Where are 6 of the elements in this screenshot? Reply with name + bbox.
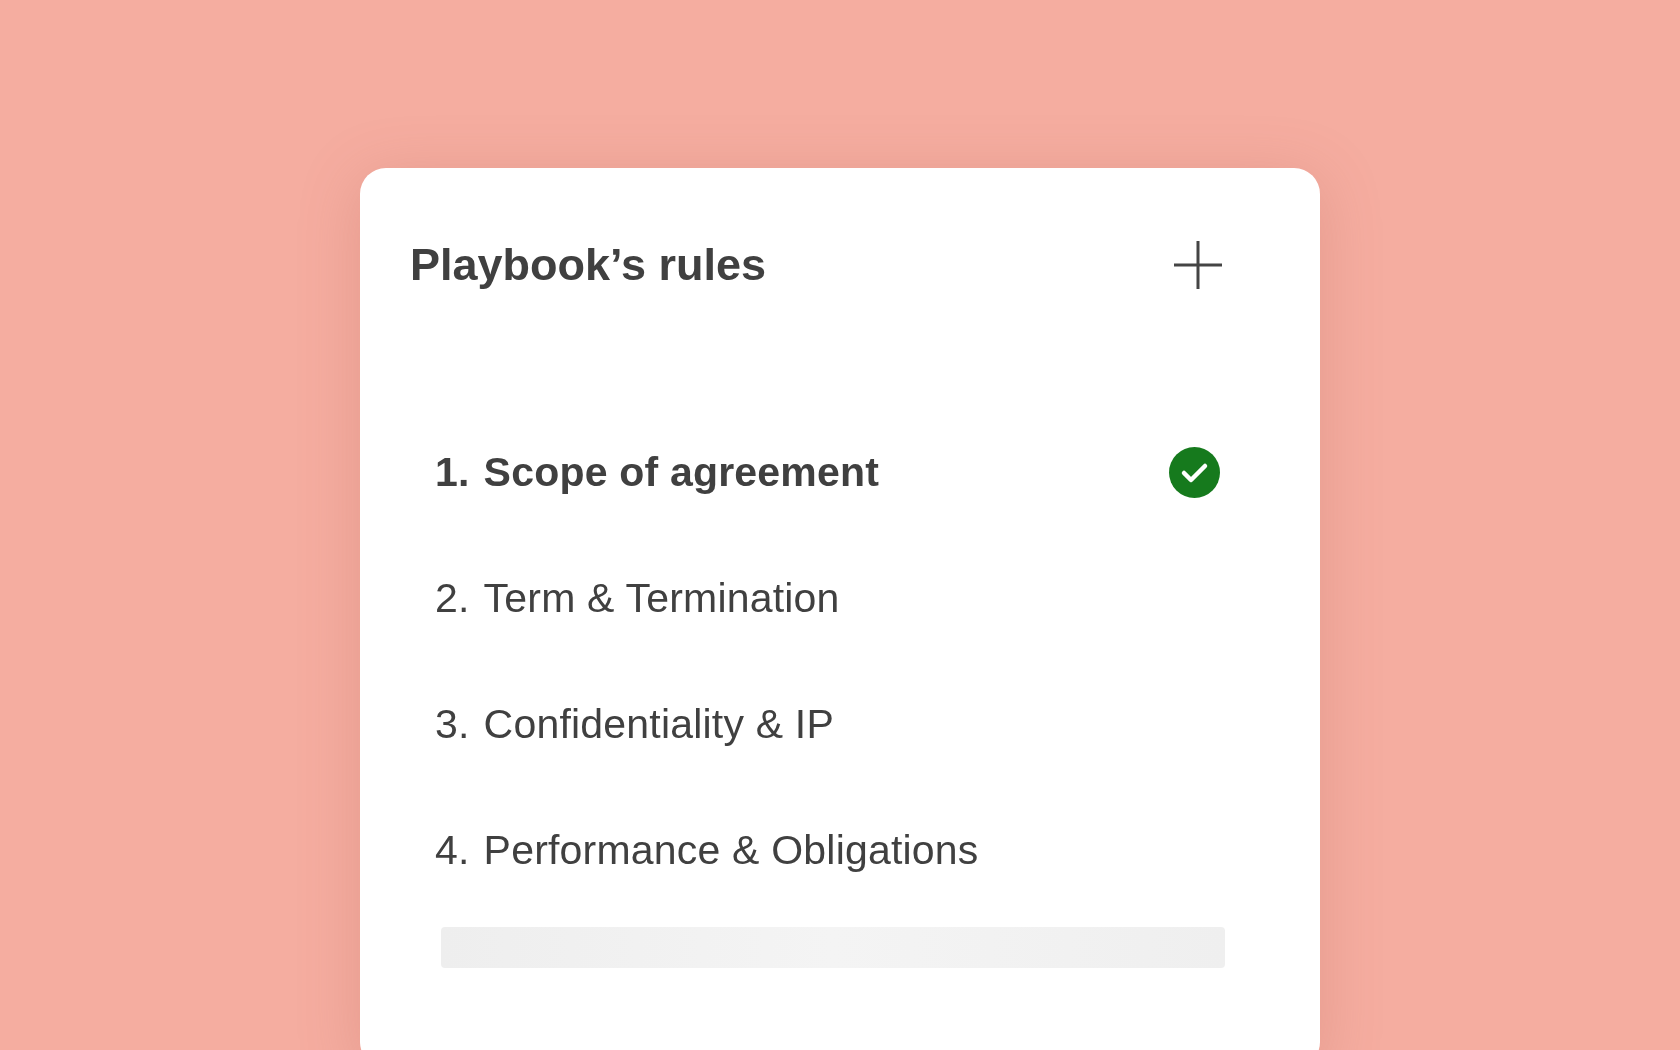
panel-title: Playbook’s rules — [410, 239, 766, 291]
rule-item[interactable]: 4. Performance & Obligations — [410, 787, 1220, 913]
rule-item[interactable]: 1. Scope of agreement — [410, 409, 1220, 535]
rule-item[interactable]: 2. Term & Termination — [410, 535, 1220, 661]
rule-item[interactable]: 3. Confidentiality & IP — [410, 661, 1220, 787]
add-icon[interactable] — [1172, 239, 1224, 291]
